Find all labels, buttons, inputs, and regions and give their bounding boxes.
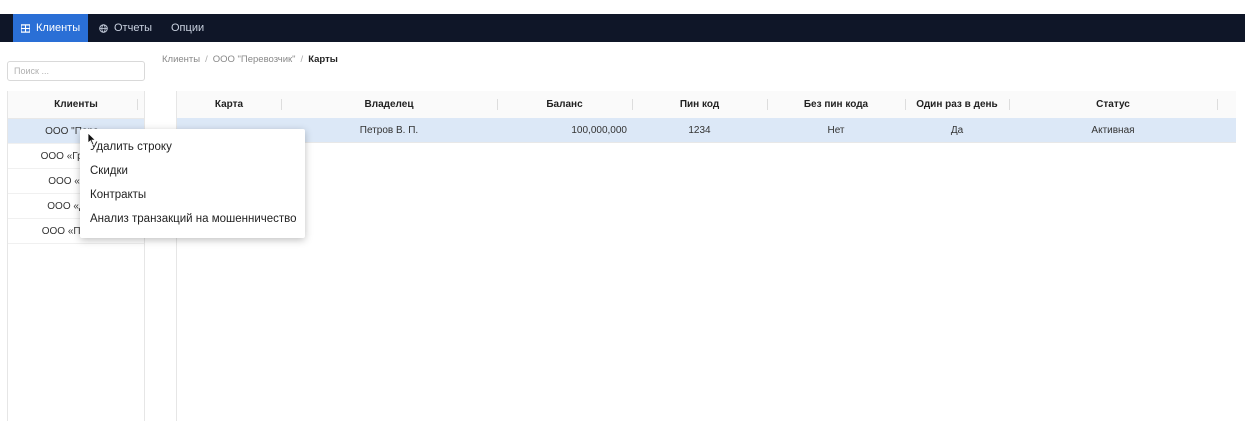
column-header-balance[interactable]: Баланс — [497, 91, 632, 118]
cell-balance: 100,000,000 — [571, 124, 627, 136]
grid-icon — [21, 23, 30, 33]
column-header-label: Без пин кода — [803, 99, 869, 110]
cell-no-pin: Нет — [827, 124, 845, 136]
nav-tab-options[interactable]: Опции — [163, 14, 212, 42]
column-header-label: Баланс — [546, 99, 583, 110]
menu-item-label: Контракты — [90, 189, 147, 201]
clients-column-header[interactable]: Клиенты — [8, 91, 144, 119]
clients-header-label: Клиенты — [54, 99, 98, 110]
breadcrumb-item-clients[interactable]: Клиенты — [162, 54, 200, 65]
mouse-cursor-icon — [87, 132, 97, 146]
column-header-label: Карта — [214, 99, 244, 110]
breadcrumb-separator: / — [300, 54, 304, 65]
column-header-no-pin[interactable]: Без пин кода — [767, 91, 905, 118]
column-header-status[interactable]: Статус — [1009, 91, 1217, 118]
menu-item-label: Скидки — [90, 165, 128, 177]
menu-item-contracts[interactable]: Контракты — [80, 183, 305, 207]
menu-item-label: Удалить строку — [90, 141, 172, 153]
column-header-label: Пин код — [679, 99, 720, 110]
menu-item-delete-row[interactable]: Удалить строку — [80, 135, 305, 159]
context-menu: Удалить строку Скидки Контракты Анализ т… — [80, 129, 305, 238]
cell-once-a-day: Да — [950, 124, 964, 136]
top-nav-bar: Клиенты Отчеты Опции — [0, 14, 1245, 42]
column-header-once-a-day[interactable]: Один раз в день — [905, 91, 1009, 118]
column-header-owner[interactable]: Владелец — [281, 91, 497, 118]
nav-tab-reports-label: Отчеты — [114, 22, 153, 34]
nav-tab-clients[interactable]: Клиенты — [13, 14, 89, 42]
menu-item-fraud-analysis[interactable]: Анализ транзакций на мошенничество — [80, 207, 305, 231]
column-header-label: Один раз в день — [916, 99, 998, 110]
column-divider — [1217, 99, 1218, 110]
menu-item-discounts[interactable]: Скидки — [80, 159, 305, 183]
column-header-label: Статус — [1096, 99, 1130, 110]
cell-pin: 1234 — [688, 124, 711, 136]
table-row[interactable]: Петров В. П. 100,000,000 1234 Нет Да Акт… — [177, 118, 1236, 143]
breadcrumb-separator: / — [205, 54, 208, 65]
breadcrumb-item-company[interactable]: ООО "Перевозчик" — [213, 54, 296, 65]
column-header-pin[interactable]: Пин код — [632, 91, 767, 118]
cell-status: Активная — [1091, 124, 1135, 136]
breadcrumb: Клиенты / ООО "Перевозчик" / Карты — [162, 54, 338, 65]
column-header-card[interactable]: Карта — [177, 91, 281, 118]
nav-tab-options-label: Опции — [171, 22, 205, 34]
cell-owner: Петров В. П. — [359, 124, 419, 136]
column-divider — [137, 99, 138, 110]
globe-icon — [99, 23, 108, 33]
search-input[interactable] — [7, 61, 145, 81]
nav-tab-reports[interactable]: Отчеты — [91, 14, 160, 42]
table-header: Карта Владелец Баланс Пин код Без пин ко… — [177, 91, 1236, 119]
breadcrumb-item-current: Карты — [308, 54, 338, 65]
cards-table: Карта Владелец Баланс Пин код Без пин ко… — [176, 91, 1236, 421]
nav-tab-clients-label: Клиенты — [36, 22, 81, 34]
menu-item-label: Анализ транзакций на мошенничество — [90, 213, 297, 225]
column-header-label: Владелец — [364, 99, 414, 110]
